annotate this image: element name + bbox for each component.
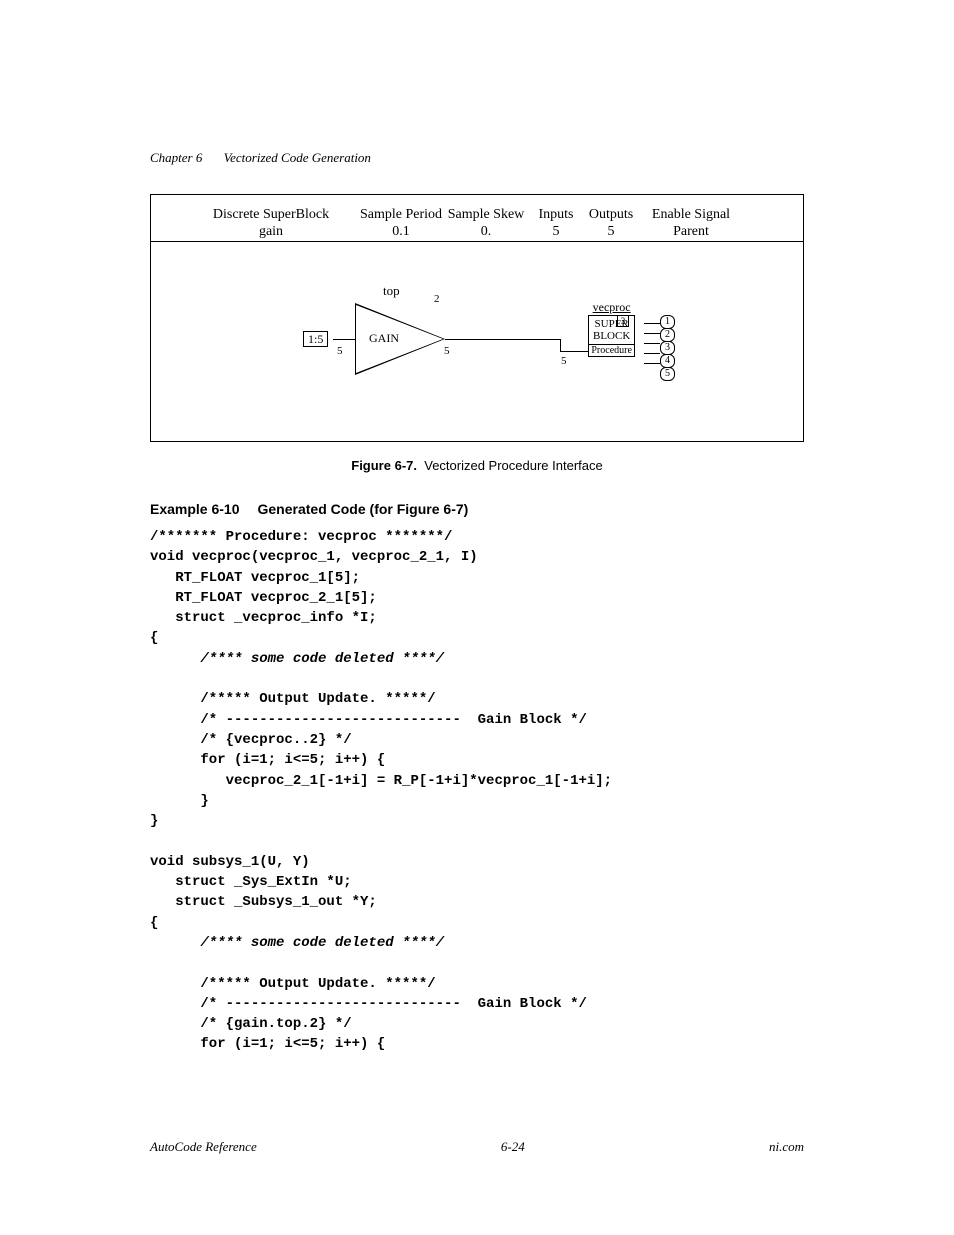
sb-index-3: 3 [617, 315, 630, 327]
example-heading: Example 6-10 Generated Code (for Figure 6… [150, 501, 804, 517]
footer-center: 6-24 [501, 1139, 525, 1155]
wire-mid-h2 [560, 351, 588, 352]
input-range-box: 1:5 [303, 331, 328, 347]
sb-procedure: Procedure [588, 345, 635, 357]
example-label: Example 6-10 [150, 501, 240, 517]
gain-label: GAIN [369, 331, 399, 346]
chapter-label: Chapter 6 [150, 150, 202, 165]
col-enable-signal: Enable Signal [641, 207, 741, 224]
signal-5-in: 5 [337, 345, 343, 357]
signal-5-into-sb: 5 [561, 355, 567, 367]
out-port-3: 3 [660, 341, 675, 355]
wire-mid-v [560, 339, 561, 351]
page-header: Chapter 6 Vectorized Code Generation [150, 150, 804, 166]
wire-out-1 [644, 323, 660, 324]
figure-caption: Figure 6-7. Vectorized Procedure Interfa… [150, 458, 804, 473]
footer-right: ni.com [769, 1139, 804, 1155]
vecproc-label: vecproc [588, 301, 635, 314]
col-outputs: Outputs [581, 207, 641, 224]
page-footer: AutoCode Reference 6-24 ni.com [150, 1139, 804, 1155]
col-enable-signal-val: Parent [641, 224, 741, 241]
superblock-group: vecproc 3 SUPER BLOCK Procedure [588, 301, 635, 357]
out-port-1: 1 [660, 315, 675, 329]
col-outputs-val: 5 [581, 224, 641, 241]
col-inputs: Inputs [531, 207, 581, 224]
wire-in [333, 339, 355, 340]
figure-header-rule [151, 241, 803, 242]
top-label: top [383, 283, 400, 299]
wire-out-5 [644, 363, 660, 364]
col-sample-skew-val: 0. [441, 224, 531, 241]
figure-caption-text: Vectorized Procedure Interface [424, 458, 603, 473]
col-sample-skew: Sample Skew [441, 207, 531, 224]
col-sample-period: Sample Period [351, 207, 451, 224]
figure-caption-num: Figure 6-7. [351, 458, 417, 473]
out-port-5: 5 [660, 367, 675, 381]
wire-out-2 [644, 333, 660, 334]
code-block: /******* Procedure: vecproc *******/ voi… [150, 527, 804, 1055]
signal-5-mid: 5 [444, 345, 450, 357]
wire-out-4 [644, 353, 660, 354]
footer-left: AutoCode Reference [150, 1139, 257, 1155]
sb-line2: BLOCK [593, 330, 630, 342]
col-sample-period-val: 0.1 [351, 224, 451, 241]
chapter-title: Vectorized Code Generation [224, 150, 371, 165]
wire-out-3 [644, 343, 660, 344]
block-diagram: top 1:5 5 GAIN 2 5 5 vecproc 3 SUPER BLO… [151, 275, 803, 405]
figure-diagram-box: Discrete SuperBlock gain Sample Period 0… [150, 194, 804, 442]
wire-mid-h [445, 339, 560, 340]
block-index-2: 2 [434, 293, 440, 305]
example-title-text: Generated Code (for Figure 6-7) [258, 501, 469, 517]
col-inputs-val: 5 [531, 224, 581, 241]
col-gain: gain [201, 224, 341, 241]
out-port-2: 2 [660, 328, 675, 342]
out-port-4: 4 [660, 354, 675, 368]
col-discrete-superblock: Discrete SuperBlock [201, 207, 341, 224]
